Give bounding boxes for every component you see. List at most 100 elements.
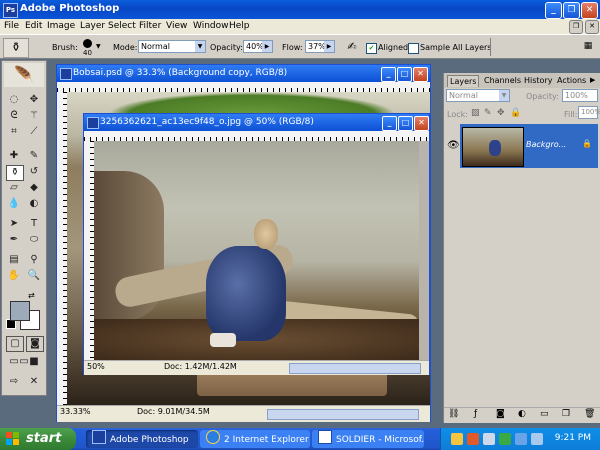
zoom-tool-icon[interactable]: 🔍 [26,269,42,283]
menu-help[interactable]: Help [229,21,250,31]
imageready-icon[interactable]: ✕ [26,375,42,389]
lock-all-icon[interactable]: 🔒 [510,108,521,118]
trash-icon[interactable]: 🗑 [584,409,595,419]
menu-edit[interactable]: Edit [25,21,42,31]
tab-history[interactable]: History [522,75,554,86]
new-group-icon[interactable]: ▭ [540,409,549,419]
layer-opacity-input[interactable]: 100% [562,89,598,102]
quick-mask-mode-icon[interactable]: ◙ [26,336,44,352]
paint-bucket-tool-icon[interactable]: ◆ [26,181,42,195]
marquee-tool-icon[interactable]: ◌ [6,93,22,107]
tab-layers[interactable]: Layers [447,75,480,87]
start-button[interactable]: start [0,428,76,450]
shape-tool-icon[interactable]: ⬭ [26,233,42,247]
taskbar-item-internet-explorer[interactable]: 2 Internet Explorer [200,430,310,448]
hand-tool-icon[interactable]: ✋ [6,269,22,283]
layer-row-background[interactable]: Backgro... 🔒 [460,124,598,168]
crop-tool-icon[interactable]: ⌗ [6,125,22,139]
brush-tool-icon[interactable]: ✎ [26,149,42,163]
pen-tool-icon[interactable]: ✒ [6,233,22,247]
tray-folder-icon[interactable] [451,433,463,445]
horizontal-scrollbar[interactable] [289,363,421,374]
foreground-color-swatch[interactable] [10,301,30,321]
move-tool-icon[interactable]: ✥ [26,93,42,107]
fill-input[interactable]: 100% [578,106,600,119]
menu-select[interactable]: Select [108,21,136,31]
menu-image[interactable]: Image [47,21,75,31]
menu-filter[interactable]: Filter [139,21,161,31]
doc-maximize-button[interactable]: □ [397,67,412,82]
doc-minimize-button[interactable]: _ [382,116,397,131]
aligned-checkbox[interactable]: ✔ [366,43,377,54]
lock-position-icon[interactable]: ✥ [497,108,505,118]
clone-stamp-tool-icon[interactable]: ⚱ [6,165,24,181]
blur-tool-icon[interactable]: 💧 [6,197,22,211]
standard-mode-icon[interactable]: ▢ [6,336,24,352]
doc-restore-button[interactable]: ❐ [569,20,583,34]
tray-volume-icon[interactable] [515,433,527,445]
airbrush-icon[interactable]: ✍ [343,40,361,54]
lasso-tool-icon[interactable]: ᘓ [6,109,22,123]
jump-to-imageready-icon[interactable]: ⇨ [6,375,22,389]
lock-pixels-icon[interactable]: ✎ [484,108,492,118]
lock-transparency-icon[interactable]: ▨ [471,108,480,118]
history-brush-tool-icon[interactable]: ↺ [26,165,42,179]
new-layer-icon[interactable]: ❐ [562,409,570,419]
title-bar[interactable]: Ps Adobe Photoshop _ ❐ ✕ [0,0,600,19]
brush-tip-preview[interactable] [83,39,92,48]
flow-input[interactable]: 37% ▶ [305,40,335,53]
healing-brush-tool-icon[interactable]: ✚ [6,149,22,163]
doc-maximize-button[interactable]: □ [398,116,413,131]
magic-wand-tool-icon[interactable]: ⚚ [26,109,42,123]
photo-canvas[interactable] [94,141,419,360]
minimize-button[interactable]: _ [545,2,562,19]
doc-close-button[interactable]: ✕ [413,67,428,82]
eye-icon[interactable]: 👁 [447,140,460,151]
clone-stamp-tool-preset-icon[interactable]: ⚱ [3,38,29,58]
tray-monitor-icon[interactable] [531,433,543,445]
link-layers-icon[interactable]: ⛓ [448,409,459,419]
menu-layer[interactable]: Layer [80,21,105,31]
tray-network-icon[interactable] [483,433,495,445]
doc-size-info[interactable]: Doc: 9.01M/34.5M [137,406,210,418]
tray-app-icon[interactable] [467,433,479,445]
clock[interactable]: 9:21 PM [555,433,591,443]
blend-mode-select[interactable]: Normal ▼ [446,89,510,102]
taskbar-item-photoshop[interactable]: Adobe Photoshop [86,430,198,448]
horizontal-scrollbar[interactable] [267,409,419,420]
opacity-input[interactable]: 40% ▶ [243,40,273,53]
menu-view[interactable]: View [166,21,187,31]
sample-all-layers-checkbox[interactable] [408,43,419,54]
layer-style-icon[interactable]: ƒ [474,409,477,419]
tray-security-icon[interactable] [499,433,511,445]
document-window-photo[interactable]: 3256362621_ac13ec9f48_o.jpg @ 50% (RGB/8… [83,113,430,375]
taskbar-item-word[interactable]: SOLDIER - Microsof... [312,430,424,448]
tab-channels[interactable]: Channels [482,75,523,86]
tab-actions[interactable]: Actions [555,75,588,86]
mode-select[interactable]: Normal ▼ [138,40,206,53]
doc-close-button[interactable]: ✕ [414,116,429,131]
slice-tool-icon[interactable]: ⟋ [26,125,42,139]
zoom-level[interactable]: 33.33% [60,406,91,418]
document-title-bar[interactable]: 3256362621_ac13ec9f48_o.jpg @ 50% (RGB/8… [84,114,429,131]
palette-menu-icon[interactable]: ▶ [590,76,595,84]
brush-dropdown-icon[interactable]: ▼ [96,43,101,50]
close-button[interactable]: ✕ [581,2,598,19]
menu-file[interactable]: File [4,21,19,31]
type-tool-icon[interactable]: T [26,217,42,231]
doc-minimize-button[interactable]: _ [381,67,396,82]
maximize-button[interactable]: ❐ [563,2,580,19]
eyedropper-tool-icon[interactable]: ⚲ [26,253,42,267]
swap-colors-icon[interactable]: ⇄ [28,291,38,301]
doc-size-info[interactable]: Doc: 1.42M/1.42M [164,361,237,373]
menu-window[interactable]: Window [193,21,229,31]
layer-mask-icon[interactable]: ◙ [496,409,505,419]
zoom-level[interactable]: 50% [87,361,105,373]
document-title-bar[interactable]: Bobsai.psd @ 33.3% (Background copy, RGB… [57,65,430,82]
eraser-tool-icon[interactable]: ▱ [6,181,22,195]
path-selection-tool-icon[interactable]: ➤ [6,217,22,231]
dodge-tool-icon[interactable]: ◐ [26,197,42,211]
adjustment-layer-icon[interactable]: ◐ [518,409,526,419]
full-screen-mode-icon[interactable]: ■ [26,355,42,369]
palette-well-icon[interactable]: ▦ [581,40,595,53]
